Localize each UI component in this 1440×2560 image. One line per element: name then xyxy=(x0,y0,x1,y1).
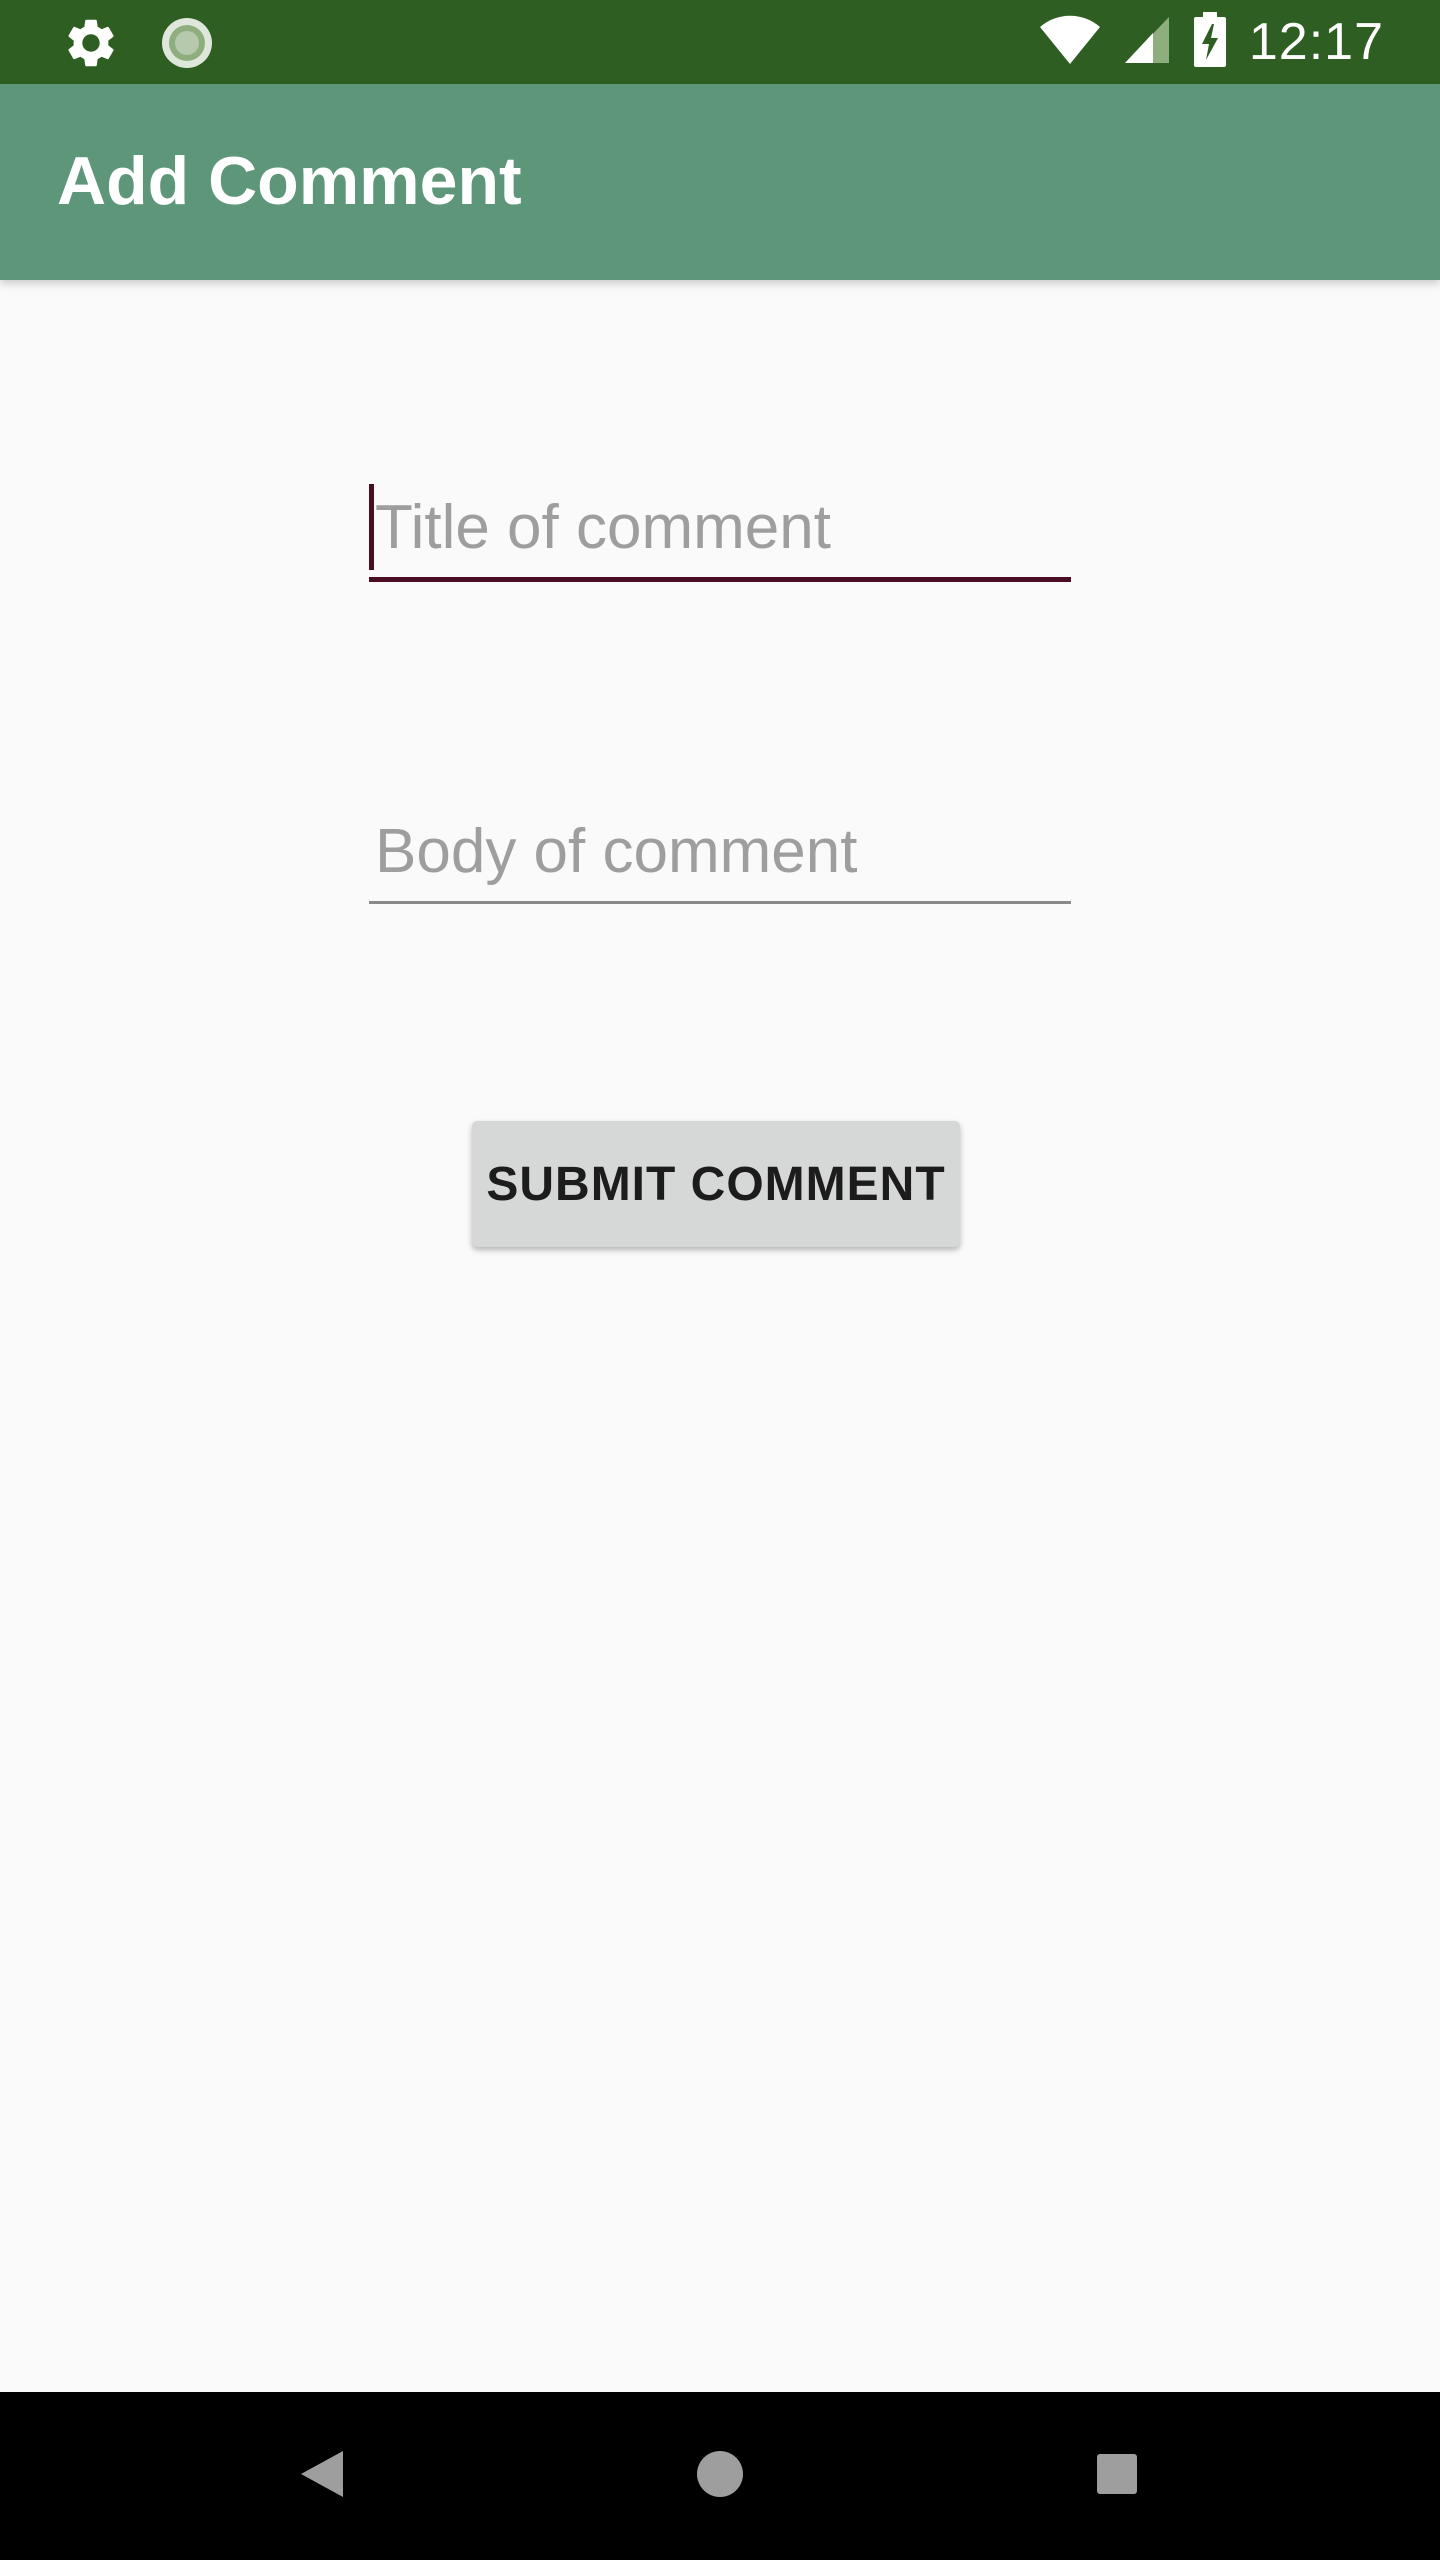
loading-spinner-icon xyxy=(160,16,214,75)
nav-back-button[interactable] xyxy=(238,2392,406,2560)
gear-icon xyxy=(62,14,120,77)
navigation-bar xyxy=(0,2392,1440,2560)
nav-recents-button[interactable] xyxy=(1033,2392,1201,2560)
wifi-icon xyxy=(1039,15,1101,70)
status-bar: 12:17 xyxy=(0,0,1440,84)
page-title: Add Comment xyxy=(57,143,522,219)
nav-home-button[interactable] xyxy=(636,2392,804,2560)
body-field[interactable]: Body of comment xyxy=(369,808,1071,904)
status-right-icons: 12:17 xyxy=(1039,0,1384,84)
title-field-placeholder: Title of comment xyxy=(375,493,831,562)
battery-charging-icon xyxy=(1193,11,1227,73)
body-field-underline xyxy=(369,901,1071,904)
recents-icon xyxy=(1096,2453,1138,2500)
screen: 12:17 Add Comment Title of comment Body … xyxy=(0,0,1440,2560)
title-field-underline xyxy=(369,577,1071,582)
submit-comment-button[interactable]: SUBMIT COMMENT xyxy=(472,1121,960,1247)
cell-signal-icon xyxy=(1123,15,1171,70)
home-icon xyxy=(696,2450,744,2503)
app-bar: Add Comment xyxy=(0,84,1440,280)
status-clock: 12:17 xyxy=(1248,13,1384,71)
text-cursor xyxy=(369,484,374,570)
back-icon xyxy=(299,2449,345,2504)
status-left-icons xyxy=(62,14,214,77)
title-field[interactable]: Title of comment xyxy=(369,480,1071,582)
body-field-placeholder: Body of comment xyxy=(375,817,858,886)
